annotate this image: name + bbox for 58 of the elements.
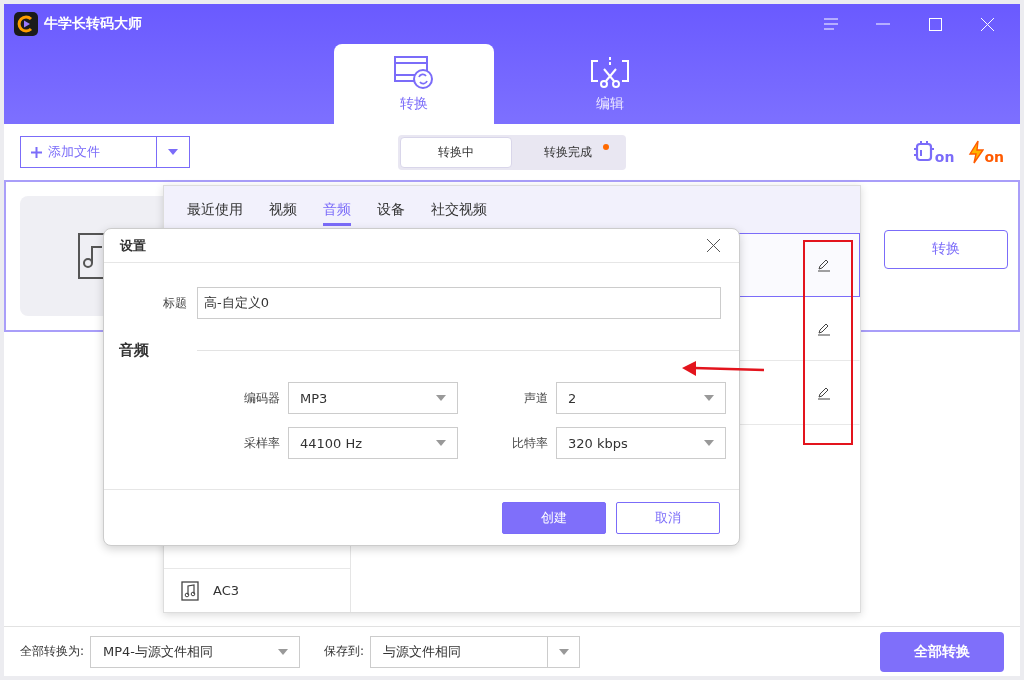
pencil-icon — [817, 386, 831, 400]
lightning-icon — [968, 140, 985, 164]
music-note-icon — [181, 580, 199, 601]
pencil-icon — [817, 258, 831, 272]
edit-button[interactable] — [817, 322, 831, 336]
edit-button[interactable] — [817, 258, 831, 272]
setting-select[interactable]: 2 — [556, 382, 726, 414]
menu-icon — [824, 18, 838, 30]
section-title: 音频 — [119, 341, 150, 360]
scissors-icon — [590, 55, 630, 89]
caret-icon — [436, 395, 446, 401]
status-tab[interactable]: 转换中 — [400, 136, 512, 168]
chip-icon — [912, 140, 935, 164]
title-input[interactable]: 高-自定义0 — [197, 287, 721, 319]
dialog-title: 设置 — [120, 236, 146, 255]
caret-icon — [436, 440, 446, 446]
setting-select[interactable]: 320 kbps — [556, 427, 726, 459]
caret-icon — [278, 648, 289, 655]
maximize-icon — [928, 17, 942, 31]
create-button[interactable]: 创建 — [502, 501, 606, 534]
save-to-label: 保存到: — [324, 643, 365, 660]
save-path-select[interactable]: 与源文件相同 — [370, 635, 581, 668]
format-item[interactable]: AC3 — [164, 568, 350, 612]
close-icon — [706, 239, 720, 252]
field-label: 编码器 — [244, 390, 280, 407]
app-logo-icon — [14, 12, 38, 36]
window-title: 牛学长转码大师 — [44, 15, 143, 33]
title-label: 标题 — [162, 294, 187, 312]
film-refresh-icon — [394, 55, 434, 89]
edit-button[interactable] — [817, 386, 831, 400]
field-label: 比特率 — [512, 435, 548, 452]
convert-button[interactable]: 转换 — [884, 229, 1008, 269]
caret-icon — [558, 648, 569, 655]
field-label: 声道 — [524, 390, 548, 407]
format-tab[interactable]: 社交视频 — [431, 197, 487, 226]
field-label: 采样率 — [244, 435, 280, 452]
pencil-icon — [817, 322, 831, 336]
caret-icon — [704, 440, 714, 446]
format-tab[interactable]: 设备 — [377, 197, 405, 226]
chip-toggle[interactable]: on — [912, 140, 955, 164]
cancel-button[interactable]: 取消 — [616, 501, 720, 534]
setting-select[interactable]: MP3 — [288, 382, 458, 414]
format-tab[interactable]: 最近使用 — [187, 197, 243, 226]
status-tab[interactable]: 转换完成 — [512, 136, 624, 168]
plus-icon — [31, 146, 42, 158]
minimize-icon — [876, 23, 890, 25]
setting-select[interactable]: 44100 Hz — [288, 427, 458, 459]
caret-icon — [168, 149, 178, 155]
convert-all-button[interactable]: 全部转换 — [880, 631, 1004, 672]
add-file-button[interactable]: 添加文件 — [20, 136, 190, 168]
caret-icon — [704, 395, 714, 401]
format-tab[interactable]: 视频 — [269, 197, 297, 226]
main-tab[interactable]: 转换 — [334, 44, 494, 124]
format-name: AC3 — [213, 583, 239, 598]
close-icon — [980, 17, 994, 31]
convert-all-label: 全部转换为: — [20, 643, 85, 660]
output-format-select[interactable]: MP4-与源文件相同 — [90, 635, 301, 668]
notification-dot — [603, 143, 609, 150]
